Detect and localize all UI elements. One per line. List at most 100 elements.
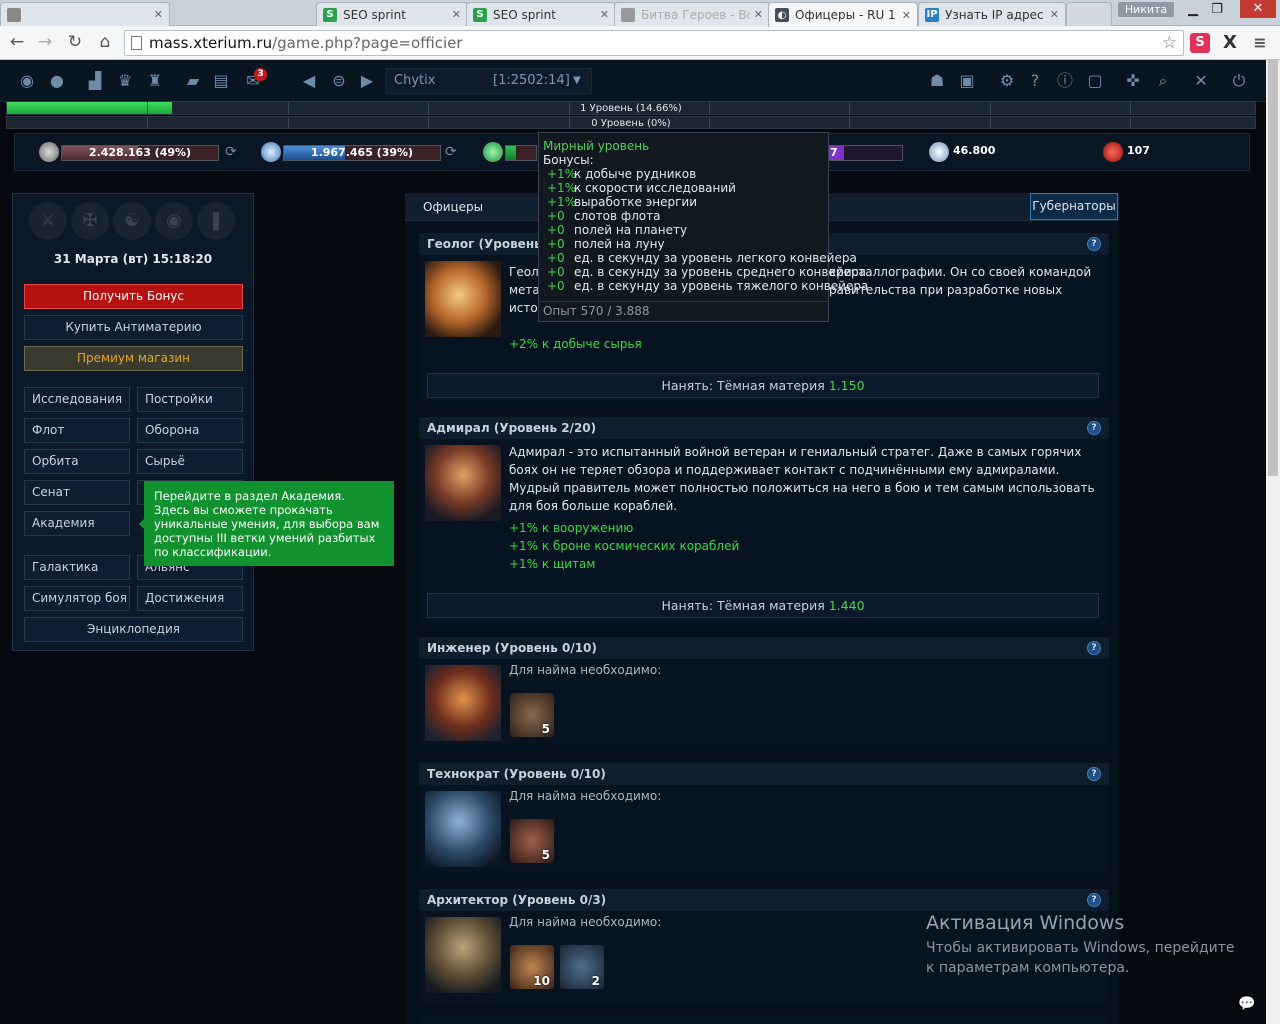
browser-tab-officers[interactable]: ◐ Офицеры - RU 1 ✕	[768, 2, 918, 27]
next-planet-icon[interactable]: ▶	[356, 70, 378, 92]
darkmatter-resource[interactable]: 7	[827, 140, 903, 164]
close-tab-icon[interactable]: ✕	[600, 8, 609, 21]
deuterium-icon	[483, 142, 503, 162]
fist-skill-icon[interactable]: ❚	[197, 202, 235, 240]
menu-galaxy[interactable]: Галактика	[24, 555, 130, 580]
hire-geologist-button[interactable]: Нанять: Тёмная материя 1.150	[427, 373, 1099, 398]
menu-research[interactable]: Исследования	[24, 387, 130, 412]
tab-officers[interactable]: Офицеры	[423, 193, 483, 221]
requirement-thumbnail[interactable]: 5	[510, 819, 554, 863]
tools-icon[interactable]: ✕	[1190, 70, 1212, 92]
game-top-bar: ◉ ● ▟ ♛ ♜ ▰ ▤ ✉ 3 ◀ ⊜ ▶ Chytix [1:2502:1…	[0, 60, 1266, 102]
shield-skill-icon[interactable]: ✠	[71, 202, 109, 240]
forward-icon[interactable]: →	[34, 32, 56, 52]
buy-antimatter-button[interactable]: Купить Антиматерию	[24, 315, 243, 340]
browser-tab-heroes[interactable]: Битва Героев - Вселенная✕	[614, 2, 770, 26]
menu-raw[interactable]: Сырьё	[137, 449, 243, 474]
planet-icon[interactable]: ●	[46, 70, 68, 92]
yin-yang-skill-icon[interactable]: ☯	[113, 202, 151, 240]
antimatter-resource[interactable]: 46.800	[929, 140, 1029, 164]
menu-battle-simulator[interactable]: Симулятор боя	[24, 586, 130, 611]
crystal-resource[interactable]: 1.967.465 (39%) ⟳	[261, 140, 467, 164]
menu-encyclopedia[interactable]: Энциклопедия	[24, 617, 243, 642]
hire-admiral-button[interactable]: Нанять: Тёмная материя 1.440	[427, 593, 1099, 618]
menu-defense[interactable]: Оборона	[137, 418, 243, 443]
trophy-icon[interactable]: ♛	[114, 70, 136, 92]
support-icon[interactable]: ✜	[1122, 70, 1144, 92]
help-icon[interactable]: ?	[1087, 237, 1101, 251]
stats-icon[interactable]: ▟	[84, 70, 106, 92]
close-window-icon[interactable]: ✕	[1240, 0, 1276, 18]
close-tab-icon[interactable]: ✕	[754, 8, 763, 21]
points-resource[interactable]: 107	[1103, 140, 1183, 164]
window-icon[interactable]: ▢	[1084, 70, 1106, 92]
refresh-icon[interactable]: ⟳	[225, 144, 237, 160]
maximize-icon[interactable]: ❐	[1204, 2, 1230, 17]
browser-tab-seo-sprint[interactable]: S SEO sprint ✕	[316, 2, 468, 26]
profile-button[interactable]: Никита	[1118, 2, 1174, 17]
notes-icon[interactable]: ▣	[956, 70, 978, 92]
eye-skill-icon[interactable]: ◉	[155, 202, 193, 240]
chat-icon[interactable]: ▰	[182, 70, 204, 92]
officer-bonus: +1% к броне космических кораблей	[509, 539, 740, 553]
military-level-bar[interactable]: 0 Уровень (0%)	[6, 116, 1272, 129]
tab-favicon-icon	[621, 7, 635, 22]
seo-extension-icon[interactable]: S	[1190, 33, 1210, 53]
bookmark-star-icon[interactable]: ☆	[1162, 31, 1177, 55]
server-datetime: 31 Марта (вт) 15:18:20	[53, 252, 213, 266]
menu-fleet[interactable]: Флот	[24, 418, 130, 443]
minimize-icon[interactable]: ▁	[1180, 2, 1206, 17]
menu-buildings[interactable]: Постройки	[137, 387, 243, 412]
requirement-thumbnail[interactable]: 2	[560, 945, 604, 989]
bonus-text: ед. в секунду за уровень среднего конвей…	[574, 265, 867, 279]
gear-icon[interactable]: ⚙	[996, 70, 1018, 92]
close-tab-icon[interactable]: ✕	[154, 8, 163, 21]
browser-tab-ip[interactable]: IP Узнать IP адрес ✕	[918, 2, 1066, 26]
deuterium-resource[interactable]	[483, 140, 543, 164]
menu-senate[interactable]: Сенат	[24, 480, 130, 505]
close-tab-icon[interactable]: ✕	[1050, 8, 1059, 21]
planet-list-icon[interactable]: ⊜	[328, 70, 350, 92]
reload-icon[interactable]: ↻	[64, 32, 86, 52]
alliance-icon[interactable]: ☗	[926, 70, 948, 92]
help-icon[interactable]: ?	[1087, 641, 1101, 655]
browser-tab-seo-sprint-2[interactable]: S SEO sprint ✕	[466, 2, 616, 26]
get-bonus-button[interactable]: Получить Бонус	[24, 284, 243, 309]
refresh-icon[interactable]: ⟳	[445, 144, 457, 160]
medal-icon[interactable]: ♜	[144, 70, 166, 92]
help-icon[interactable]: ?	[1024, 70, 1046, 92]
new-tab-button[interactable]	[1066, 2, 1112, 26]
browser-tab[interactable]: ✕	[0, 2, 170, 26]
prev-planet-icon[interactable]: ◀	[298, 70, 320, 92]
metal-resource[interactable]: 2.428.163 (49%) ⟳	[39, 140, 245, 164]
requirement-thumbnail[interactable]: 10	[510, 945, 554, 989]
menu-icon[interactable]: ≡	[1250, 33, 1270, 53]
home-icon[interactable]: ⌂	[94, 32, 116, 52]
info-icon[interactable]: ⓘ	[1054, 70, 1076, 92]
address-bar[interactable]: mass.xterium.ru/game.php?page=officier ☆	[124, 30, 1184, 56]
forum-icon[interactable]: ▤	[210, 70, 232, 92]
close-tab-icon[interactable]: ✕	[452, 8, 461, 21]
premium-shop-button[interactable]: Премиум магазин	[24, 346, 243, 371]
menu-academy[interactable]: Академия	[24, 511, 130, 536]
bonus-text: выработке энергии	[574, 195, 698, 209]
help-icon[interactable]: ?	[1087, 893, 1101, 907]
eye-icon[interactable]: ◉	[16, 70, 38, 92]
scrollbar-thumb[interactable]	[1268, 60, 1278, 476]
x-extension-icon[interactable]: X	[1220, 33, 1240, 53]
requirement-thumbnail[interactable]: 5	[510, 693, 554, 737]
planet-selector[interactable]: Chytix [1:2502:14] ▼	[386, 68, 592, 94]
page-scrollbar[interactable]	[1266, 60, 1280, 1024]
menu-achievements[interactable]: Достижения	[137, 586, 243, 611]
help-icon[interactable]: ?	[1087, 767, 1101, 781]
sword-skill-icon[interactable]: ⚔	[29, 202, 67, 240]
menu-orbit[interactable]: Орбита	[24, 449, 130, 474]
back-icon[interactable]: ←	[6, 32, 28, 52]
search-icon[interactable]: ⌕	[1152, 70, 1174, 92]
tab-governors[interactable]: Губернаторы	[1030, 193, 1118, 220]
peaceful-level-bar[interactable]: 1 Уровень (14.66%)	[6, 101, 1272, 115]
logout-icon[interactable]: ⏻	[1228, 70, 1250, 92]
chat-bubble-icon[interactable]: 💬	[1238, 996, 1255, 1012]
help-icon[interactable]: ?	[1087, 421, 1101, 435]
close-tab-icon[interactable]: ✕	[902, 9, 911, 22]
